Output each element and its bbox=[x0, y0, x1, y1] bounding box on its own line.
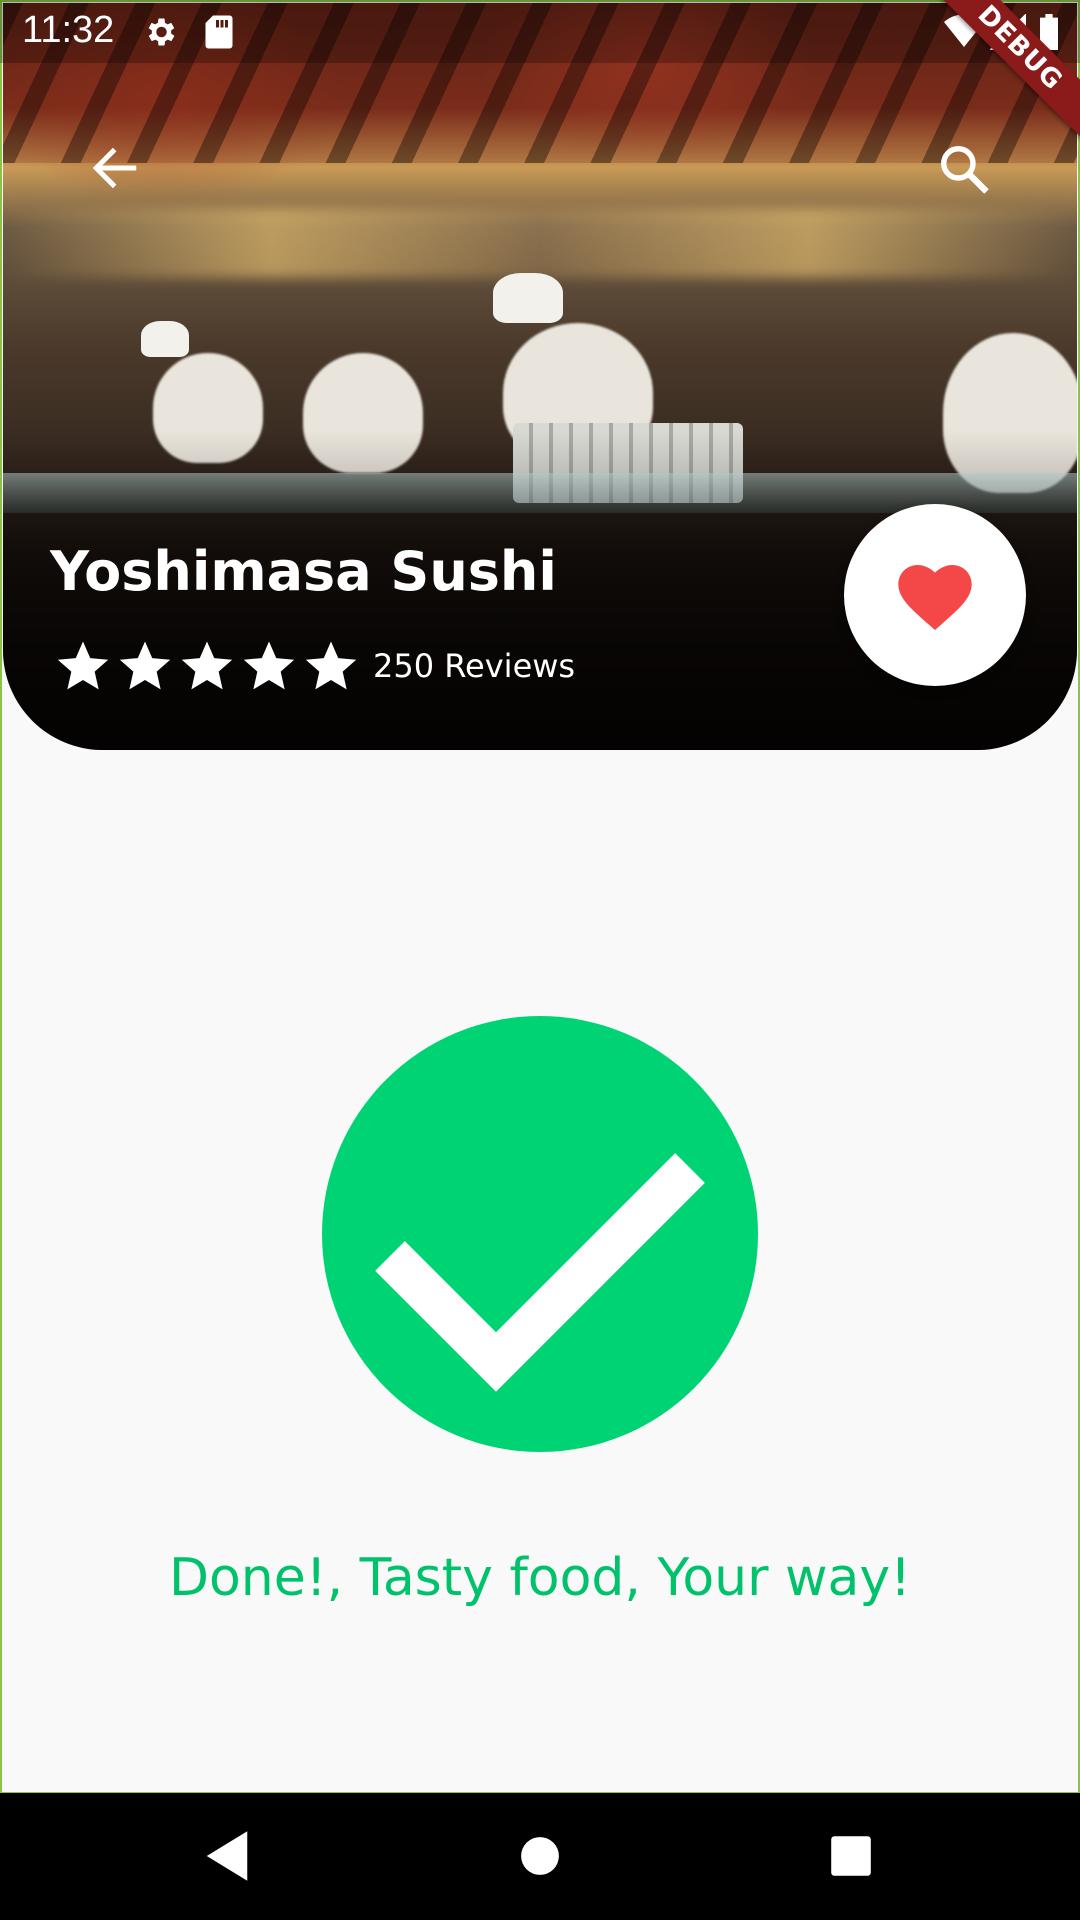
rating-row: 250 Reviews bbox=[55, 638, 575, 694]
arrow-back-icon[interactable] bbox=[90, 143, 140, 193]
hero-chef-hat bbox=[141, 321, 189, 357]
home-circle-icon[interactable] bbox=[519, 1829, 561, 1883]
gear-icon bbox=[148, 18, 175, 46]
system-nav-bar bbox=[0, 1793, 1080, 1920]
star-icon bbox=[57, 641, 109, 690]
hero-chef-hat bbox=[493, 273, 563, 323]
star-icon bbox=[305, 641, 357, 690]
status-bar: 11:32 DEBUG bbox=[0, 0, 1080, 147]
restaurant-name: Yoshimasa Sushi bbox=[50, 540, 557, 603]
success-message: Done!, Tasty food, Your way! bbox=[168, 1548, 912, 1608]
star-icon bbox=[119, 641, 171, 690]
favorite-button[interactable] bbox=[844, 504, 1026, 686]
hero-lights bbox=[3, 208, 1077, 278]
search-icon[interactable] bbox=[937, 142, 991, 196]
star-icon bbox=[243, 641, 295, 690]
sd-card-icon bbox=[205, 15, 233, 49]
recents-square-icon[interactable] bbox=[829, 1829, 873, 1883]
back-triangle-icon[interactable] bbox=[204, 1829, 250, 1883]
status-time: 11:32 bbox=[22, 9, 115, 51]
reviews-count[interactable]: 250 Reviews bbox=[373, 647, 575, 685]
heart-icon bbox=[898, 565, 972, 630]
check-icon bbox=[375, 1153, 705, 1392]
success-check-circle bbox=[322, 1016, 758, 1452]
star-icon bbox=[181, 641, 233, 690]
